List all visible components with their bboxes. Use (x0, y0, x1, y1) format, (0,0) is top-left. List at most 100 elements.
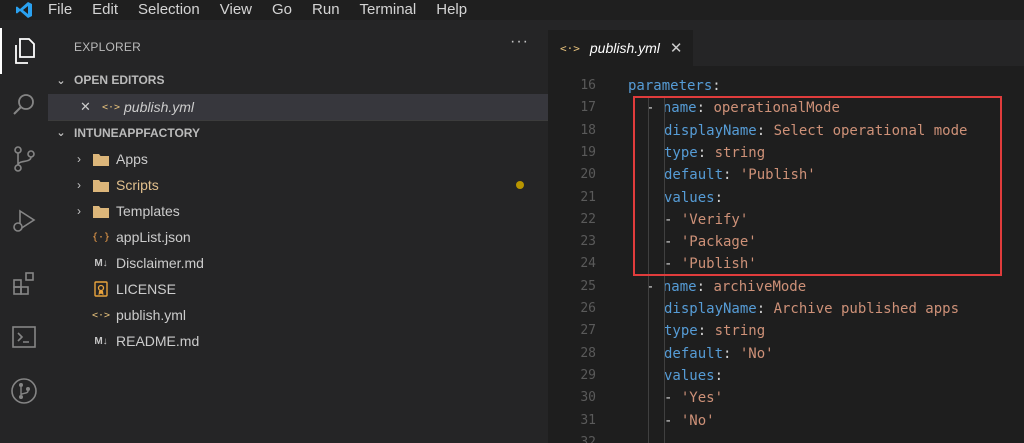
menu-run[interactable]: Run (312, 0, 340, 20)
open-editor-item[interactable]: ✕ <·> publish.yml (48, 94, 548, 120)
markdown-file-icon: M↓ (94, 335, 108, 347)
tab-publish-yml[interactable]: <·> publish.yml ✕ (548, 30, 693, 66)
search-icon[interactable] (0, 82, 48, 128)
line-number: 16 (580, 78, 596, 93)
open-editor-filename: publish.yml (124, 99, 195, 115)
line-number: 27 (580, 323, 596, 339)
yaml-separator: : (712, 78, 721, 94)
menu-go[interactable]: Go (272, 0, 292, 20)
yaml-key: name (662, 278, 697, 295)
more-actions-icon[interactable]: ··· (510, 33, 529, 51)
open-editors-label: OPEN EDITORS (74, 73, 165, 87)
folder-icon (92, 177, 110, 193)
project-label: INTUNEAPPFACTORY (74, 125, 201, 140)
tree-item-label: Disclaimer.md (116, 255, 204, 271)
code-line: - 'Yes' (664, 387, 723, 409)
folder-icon (92, 151, 110, 167)
line-number: 17 (580, 100, 596, 116)
line-number: 31 (580, 412, 596, 428)
yaml-value: Archive published apps (773, 301, 960, 317)
line-number: 19 (580, 144, 596, 160)
tree-item-readme[interactable]: M↓ README.md (48, 328, 548, 354)
yaml-value: archiveMode (713, 278, 807, 295)
run-debug-icon[interactable] (0, 198, 48, 244)
tree-item-applist[interactable]: {·} appList.json (48, 224, 548, 250)
tree-item-label: LICENSE (116, 281, 176, 297)
activity-bar (0, 20, 48, 443)
line-number: 24 (580, 256, 596, 272)
project-header[interactable]: ⌄ INTUNEAPPFACTORY (48, 120, 548, 144)
line-number: 21 (580, 189, 596, 205)
code-line: values: (664, 365, 723, 387)
line-number: 26 (580, 301, 596, 316)
tree-item-label: Scripts (116, 177, 159, 193)
chevron-down-icon: ⌄ (56, 127, 66, 139)
yaml-key: default (664, 345, 724, 362)
yaml-separator: : (696, 278, 714, 295)
yaml-file-icon: <·> (102, 101, 121, 113)
explorer-title: EXPLORER (74, 40, 141, 54)
modified-indicator (516, 181, 524, 189)
tree-item-publish[interactable]: <·> publish.yml (48, 302, 548, 328)
explorer-icon[interactable] (0, 28, 48, 74)
source-control-icon[interactable] (0, 136, 48, 182)
tree-item-disclaimer[interactable]: M↓ Disclaimer.md (48, 250, 548, 276)
yaml-key: values (664, 367, 715, 384)
menu-edit[interactable]: Edit (92, 0, 118, 20)
code-line: - 'No' (664, 410, 715, 432)
git-icon[interactable] (0, 368, 48, 414)
line-number: 32 (580, 434, 596, 443)
line-number: 22 (580, 211, 596, 227)
vscode-logo-icon (0, 0, 48, 20)
chevron-right-icon: › (77, 152, 81, 166)
chevron-right-icon: › (77, 204, 81, 218)
line-number: 23 (580, 234, 596, 250)
line-number: 20 (580, 167, 596, 183)
menu-selection[interactable]: Selection (138, 0, 200, 20)
yaml-file-icon: <·> (560, 41, 580, 55)
tree-item-label: Apps (116, 151, 148, 167)
yaml-key: type (664, 323, 698, 340)
line-number: 18 (580, 122, 596, 138)
tab-label: publish.yml (589, 40, 660, 56)
code-line: type: string (664, 320, 765, 342)
close-icon[interactable]: ✕ (80, 99, 91, 115)
menu-file[interactable]: File (48, 0, 72, 20)
chevron-down-icon: ⌄ (56, 74, 66, 87)
yaml-value: string (714, 323, 766, 340)
close-icon[interactable]: ✕ (670, 39, 683, 57)
code-line: parameters: (628, 75, 721, 97)
tree-item-scripts[interactable]: › Scripts (48, 172, 548, 198)
highlight-annotation-box (633, 96, 1002, 276)
extensions-icon[interactable] (0, 260, 48, 306)
line-number: 29 (580, 367, 596, 383)
menu-view[interactable]: View (220, 0, 252, 20)
yaml-separator: : (697, 323, 715, 340)
editor-tab-bar: <·> publish.yml ✕ (548, 20, 1024, 66)
yaml-file-icon: <·> (91, 309, 111, 321)
line-number: 25 (580, 278, 596, 294)
line-number: 30 (580, 390, 596, 406)
tree-item-templates[interactable]: › Templates (48, 198, 548, 224)
yaml-separator: : (756, 301, 774, 317)
chevron-right-icon: › (77, 178, 81, 192)
menu-help[interactable]: Help (436, 0, 467, 20)
open-editors-header[interactable]: ⌄ OPEN EDITORS (48, 68, 548, 92)
tree-item-license[interactable]: LICENSE (48, 276, 548, 302)
tree-item-apps[interactable]: › Apps (48, 146, 548, 172)
code-line: displayName: Archive published apps (664, 298, 959, 320)
yaml-separator: : (714, 367, 724, 384)
menu-bar: File Edit Selection View Go Run Terminal… (0, 0, 1024, 20)
license-file-icon (92, 281, 110, 297)
yaml-value: 'No' (739, 345, 774, 362)
tree-item-label: README.md (116, 333, 200, 349)
menu-terminal[interactable]: Terminal (360, 0, 417, 20)
folder-icon (92, 203, 110, 219)
tree-item-label: Templates (116, 203, 180, 219)
explorer-sidebar: EXPLORER ··· ⌄ OPEN EDITORS ✕ <·> publis… (48, 20, 548, 443)
terminal-icon[interactable] (0, 314, 48, 360)
yaml-separator: : (723, 345, 740, 362)
tree-item-label: publish.yml (116, 307, 187, 323)
code-line: - name: archiveMode (646, 276, 806, 298)
line-number: 28 (580, 345, 596, 361)
